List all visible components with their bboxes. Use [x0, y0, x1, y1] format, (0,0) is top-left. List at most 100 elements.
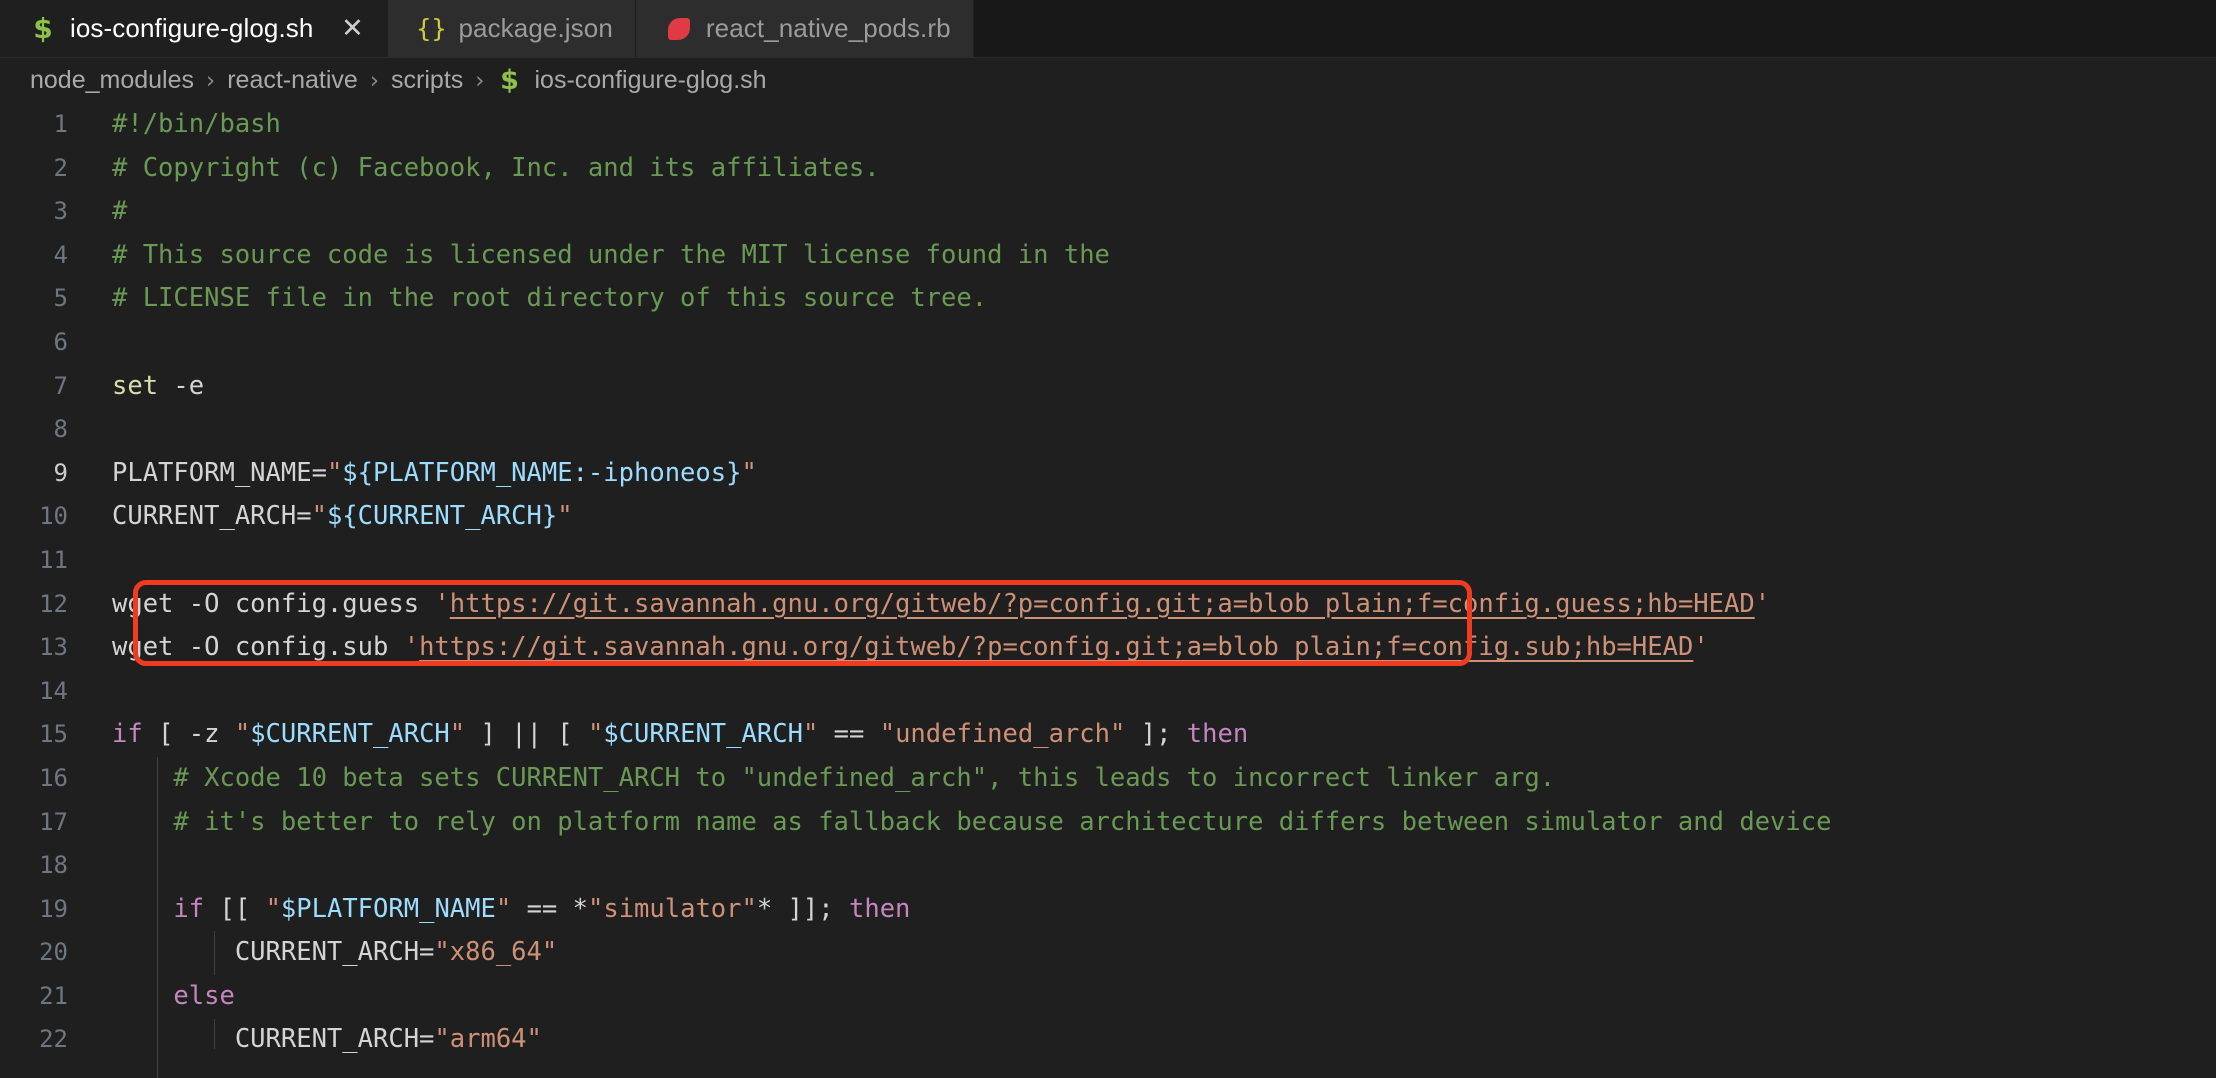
code-line[interactable]: 13 wget -O config.sub 'https://git.savann…: [0, 626, 2216, 670]
line-content[interactable]: #!/bin/bash: [96, 103, 2216, 147]
code-line[interactable]: 20 CURRENT_ARCH="x86_64": [0, 931, 2216, 975]
code-token: "simulator": [587, 893, 757, 924]
code-line[interactable]: 7 set -e: [0, 365, 2216, 409]
code-editor[interactable]: 1 #!/bin/bash 2 # Copyright (c) Facebook, I…: [0, 103, 2216, 1078]
line-number: 19: [39, 894, 68, 923]
line-content[interactable]: if [ -z "$CURRENT_ARCH" ] || [ "$CURRENT…: [96, 713, 2216, 757]
code-token: ': [1754, 588, 1771, 619]
breadcrumb-separator-icon: ›: [475, 67, 485, 94]
line-content[interactable]: wget -O config.guess 'https://git.savann…: [96, 583, 2216, 627]
code-token: ": [234, 719, 251, 750]
code-line[interactable]: 10 CURRENT_ARCH="${CURRENT_ARCH}": [0, 495, 2216, 539]
code-line[interactable]: 4 # This source code is licensed under th…: [0, 234, 2216, 278]
line-content[interactable]: PLATFORM_NAME= "${PLATFORM_NAME:-iphoneos…: [96, 452, 2216, 496]
line-content[interactable]: CURRENT_ARCH="${CURRENT_ARCH}": [96, 495, 2216, 539]
line-content[interactable]: set -e: [96, 365, 2216, 409]
line-number: 18: [39, 851, 68, 880]
code-line[interactable]: 22 CURRENT_ARCH="arm64": [0, 1018, 2216, 1062]
code-token: set: [112, 370, 159, 401]
code-line[interactable]: 2 # Copyright (c) Facebook, Inc. and its …: [0, 147, 2216, 191]
line-number: 21: [39, 981, 68, 1010]
code-token: #!/bin/bash: [112, 109, 281, 139]
tab-bar: $ ios-configure-glog.sh ✕ {} package.json rea…: [0, 0, 2216, 58]
code-token: $CURRENT_ARCH: [250, 719, 450, 750]
tab-label: ios-configure-glog.sh: [70, 13, 314, 43]
code-token: then: [1186, 719, 1249, 750]
line-content[interactable]: #: [96, 190, 2216, 234]
tab-package-json[interactable]: {} package.json: [388, 0, 636, 57]
line-number: 11: [39, 545, 68, 574]
code-line[interactable]: 9 PLATFORM_NAME="${PLATFORM_NAME:-iphoneo…: [0, 452, 2216, 496]
line-number: 16: [39, 763, 68, 792]
line-number: 13: [39, 633, 68, 662]
tab-label: react_native_pods.rb: [705, 13, 951, 43]
line-number: 20: [39, 938, 68, 967]
code-token: * ]];: [756, 893, 849, 924]
code-token: ];: [1125, 719, 1187, 750]
line-number: 10: [39, 502, 68, 531]
code-token: [ -z: [142, 719, 235, 750]
line-content[interactable]: CURRENT_ARCH="x86_64": [96, 931, 2216, 975]
code-line[interactable]: 17 # it's better to rely on platform nam…: [0, 801, 2216, 845]
line-number: 1: [53, 110, 68, 138]
code-token: # it's better to rely on platform name a…: [112, 806, 1832, 837]
code-line[interactable]: 11: [0, 539, 2216, 583]
code-token: ': [434, 588, 450, 619]
code-token: ": [311, 501, 327, 532]
code-line[interactable]: 16 # Xcode 10 beta sets CURRENT_ARCH to …: [0, 757, 2216, 801]
code-token: ] || [: [465, 719, 588, 750]
code-line[interactable]: 12 wget -O config.guess 'https://git.sava…: [0, 583, 2216, 627]
code-token: ${PLATFORM_NAME:-iphoneos}: [342, 457, 742, 488]
line-number: 8: [53, 415, 68, 444]
json-file-icon: {}: [416, 15, 446, 43]
line-content[interactable]: # Xcode 10 beta sets CURRENT_ARCH to "un…: [96, 757, 2216, 801]
code-line[interactable]: 21 else: [0, 975, 2216, 1019]
breadcrumb-item-file[interactable]: $ ios-configure-glog.sh: [496, 66, 766, 95]
code-line[interactable]: 6: [0, 321, 2216, 365]
code-line[interactable]: 1 #!/bin/bash: [0, 103, 2216, 147]
tab-close-icon[interactable]: ✕: [339, 15, 365, 42]
code-token: ": [741, 457, 757, 488]
code-token: ${CURRENT_ARCH}: [326, 501, 558, 532]
breadcrumb-item-react-native[interactable]: react-native: [227, 66, 358, 95]
code-line[interactable]: 14: [0, 670, 2216, 714]
line-number: 17: [39, 807, 68, 836]
breadcrumb-item-scripts[interactable]: scripts: [391, 66, 463, 95]
code-token: PLATFORM_NAME=: [112, 457, 327, 488]
line-number: 12: [39, 589, 68, 618]
code-token: ": [557, 501, 573, 532]
line-content[interactable]: wget -O config.sub 'https://git.savannah…: [96, 626, 2216, 670]
line-content[interactable]: if [[ "$PLATFORM_NAME" == *"simulator"* …: [96, 888, 2216, 932]
code-token: "arm64": [434, 1024, 542, 1055]
code-token: $CURRENT_ARCH: [603, 719, 803, 750]
code-line[interactable]: 8: [0, 408, 2216, 452]
line-content[interactable]: # LICENSE file in the root directory of …: [96, 277, 2216, 321]
code-link[interactable]: https://git.savannah.gnu.org/gitweb/?p=c…: [419, 632, 1693, 662]
code-link[interactable]: https://git.savannah.gnu.org/gitweb/?p=c…: [450, 589, 1755, 619]
code-line[interactable]: 15 if [ -z "$CURRENT_ARCH" ] || [ "$CURRE…: [0, 713, 2216, 757]
line-number: 7: [53, 371, 68, 400]
breadcrumb-item-node-modules[interactable]: node_modules: [30, 66, 194, 95]
line-content[interactable]: # Copyright (c) Facebook, Inc. and its a…: [96, 147, 2216, 191]
code-line[interactable]: 19 if [[ "$PLATFORM_NAME" == *"simulator…: [0, 888, 2216, 932]
code-token: # Copyright (c) Facebook, Inc. and its a…: [112, 152, 880, 183]
code-token: "x86_64": [434, 937, 558, 968]
code-line[interactable]: 5 # LICENSE file in the root directory of…: [0, 277, 2216, 321]
code-line[interactable]: 3 #: [0, 190, 2216, 234]
line-content[interactable]: CURRENT_ARCH="arm64": [96, 1018, 2216, 1062]
code-token: if: [112, 719, 143, 750]
code-token: CURRENT_ARCH=: [112, 501, 312, 532]
code-token: ": [587, 719, 604, 750]
tab-ios-configure-glog-sh[interactable]: $ ios-configure-glog.sh ✕: [0, 0, 389, 57]
tab-bar-empty-space: [973, 0, 2216, 57]
tab-react-native-pods-rb[interactable]: react_native_pods.rb: [635, 0, 974, 57]
code-token: # LICENSE file in the root directory of …: [112, 283, 988, 314]
code-token: CURRENT_ARCH=: [112, 937, 435, 968]
line-content[interactable]: # This source code is licensed under the…: [96, 234, 2216, 278]
line-content[interactable]: else: [96, 975, 2216, 1019]
code-line[interactable]: 18: [0, 844, 2216, 888]
line-content[interactable]: # it's better to rely on platform name a…: [96, 801, 2216, 845]
breadcrumb-separator-icon: ›: [206, 67, 216, 94]
